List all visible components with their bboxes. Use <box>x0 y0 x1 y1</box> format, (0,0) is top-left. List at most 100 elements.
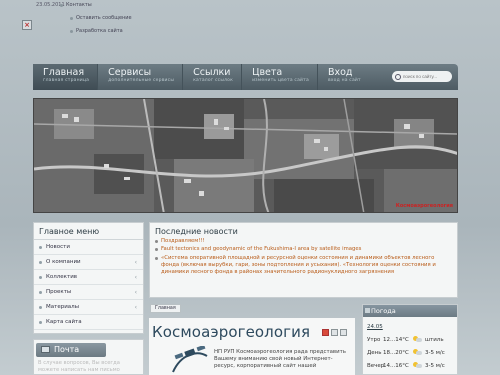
bullet-icon <box>39 245 42 249</box>
bullet-icon <box>39 290 42 294</box>
weather-row-day: День 18...20°C 3-5 м/с <box>367 349 457 356</box>
weather-row-evening: Вечер 14...16°C 3-5 м/с <box>367 362 457 369</box>
weather-row-morning: Утро 12...14°C штиль <box>367 336 457 343</box>
bullet-icon <box>155 248 158 252</box>
menu-item-label: Новости <box>46 244 70 250</box>
contacts-link[interactable]: Контакты <box>60 2 92 8</box>
developers-link[interactable]: Разработка сайта <box>70 28 123 34</box>
weather-title-bar: Погода <box>363 305 457 317</box>
menu-item-team[interactable]: Коллектив ‹ <box>34 270 143 285</box>
partly-cloudy-icon <box>413 362 422 369</box>
news-item-text: «Система оперативной площадной и ресурсн… <box>161 254 436 276</box>
print-icon[interactable] <box>331 329 338 336</box>
contacts-label: Контакты <box>66 2 92 8</box>
menu-item-news[interactable]: Новости <box>34 240 143 255</box>
news-item[interactable]: Fault tectonics and geodynamic of the Fu… <box>155 246 452 253</box>
news-item-text: Fault tectonics and geodynamic of the Fu… <box>161 246 362 253</box>
satellite-icon <box>172 346 208 373</box>
menu-item-projects[interactable]: Проекты ‹ <box>34 285 143 300</box>
bullet-icon <box>60 3 63 7</box>
chevron-left-icon: ‹ <box>134 258 137 266</box>
nav-item-links[interactable]: Ссылки каталог ссылок <box>183 64 243 90</box>
partly-cloudy-icon <box>413 349 422 356</box>
leave-message-label: Оставить сообщение <box>76 15 132 21</box>
main-menu-title: Главное меню <box>34 223 143 240</box>
weather-icon <box>365 308 370 313</box>
article-title: Космоаэрогеология <box>152 323 311 341</box>
weather-panel: Погода 24.05 Утро 12...14°C штиль День 1… <box>362 304 458 375</box>
latest-news-panel: Последние новости Поздравляем!!! Fault t… <box>149 222 458 298</box>
satellite-image <box>34 99 457 212</box>
mail-title-bar[interactable]: Почта <box>36 343 106 357</box>
bullet-icon <box>39 320 42 324</box>
bullet-icon <box>39 260 42 264</box>
weather-period: День <box>367 349 382 356</box>
article-tools <box>322 329 347 336</box>
menu-item-label: Коллектив <box>46 274 78 280</box>
nav-item-title: Цвета <box>252 67 283 78</box>
nav-item-title: Вход <box>327 67 353 78</box>
weather-wind: 3-5 м/с <box>425 362 445 369</box>
nav-item-home[interactable]: Главная главная страница <box>33 64 99 90</box>
weather-temp: 18...20°C <box>383 349 409 356</box>
bullet-icon <box>39 305 42 309</box>
weather-wind: штиль <box>425 336 444 343</box>
mail-title: Почта <box>54 345 80 354</box>
menu-item-materials[interactable]: Материалы ‹ <box>34 300 143 315</box>
menu-item-sitemap[interactable]: Карта сайта <box>34 315 143 330</box>
bullet-icon <box>70 29 73 33</box>
menu-item-label: Проекты <box>46 289 72 295</box>
latest-news-title: Последние новости <box>155 227 238 236</box>
search-box <box>392 71 452 82</box>
main-nav: Главная главная страница Сервисы дополни… <box>33 64 458 90</box>
weather-temp: 12...14°C <box>383 336 409 343</box>
weather-wind: 3-5 м/с <box>425 349 445 356</box>
weather-date[interactable]: 24.05 <box>367 324 383 330</box>
weather-title: Погода <box>371 307 396 315</box>
nav-item-title: Ссылки <box>193 67 231 78</box>
leave-message-link[interactable]: Оставить сообщение <box>70 15 132 21</box>
chevron-left-icon: ‹ <box>134 273 137 281</box>
nav-item-title: Главная <box>43 67 85 78</box>
search-icon[interactable] <box>395 73 401 80</box>
nav-item-subtitle: изменить цвета сайта <box>252 78 309 83</box>
nav-item-services[interactable]: Сервисы дополнительные сервисы <box>98 64 184 90</box>
envelope-icon <box>41 346 50 353</box>
bullet-icon <box>155 240 158 243</box>
mail-panel: Почта В случае вопросов, Вы всегда может… <box>33 339 144 375</box>
bullet-icon <box>70 16 73 20</box>
nav-item-subtitle: дополнительные сервисы <box>108 78 175 83</box>
news-item[interactable]: «Система оперативной площадной и ресурсн… <box>155 255 452 277</box>
nav-item-subtitle: каталог ссылок <box>193 78 234 83</box>
menu-item-label: Карта сайта <box>46 319 82 325</box>
satellite-banner-image: Космоаэрогеология <box>33 98 458 213</box>
article: Космоаэрогеология НП РУП Космоаэрогеолог… <box>149 318 355 375</box>
news-item-text: Поздравляем!!! <box>161 238 205 244</box>
weather-temp: 14...16°C <box>383 362 409 369</box>
pdf-icon[interactable] <box>322 329 329 336</box>
news-item[interactable]: Поздравляем!!! <box>155 238 452 245</box>
breadcrumb[interactable]: Главная <box>150 304 181 313</box>
bullet-icon <box>155 256 158 260</box>
article-text: НП РУП Космоаэрогеология рада представит… <box>214 349 346 369</box>
nav-item-login[interactable]: Вход вход на сайт <box>318 64 369 90</box>
weather-period: Утро <box>367 336 381 343</box>
email-icon[interactable] <box>340 329 347 336</box>
developers-label: Разработка сайта <box>76 28 123 34</box>
main-menu-panel: Главное меню Новости О компании ‹ Коллек… <box>33 222 144 334</box>
menu-item-about[interactable]: О компании ‹ <box>34 255 143 270</box>
chevron-left-icon: ‹ <box>134 288 137 296</box>
mail-text: В случае вопросов, Вы всегда можете напи… <box>38 360 120 373</box>
search-input[interactable] <box>403 74 451 79</box>
nav-item-subtitle: главная страница <box>43 78 90 83</box>
banner-caption: Космоаэрогеология <box>395 203 453 209</box>
broken-image-icon: × <box>22 20 32 30</box>
nav-item-subtitle: вход на сайт <box>327 78 361 83</box>
nav-item-title: Сервисы <box>108 67 152 78</box>
weather-period: Вечер <box>367 362 385 369</box>
bullet-icon <box>39 275 42 279</box>
chevron-left-icon: ‹ <box>134 303 137 311</box>
menu-item-label: Материалы <box>46 304 79 310</box>
nav-item-colors[interactable]: Цвета изменить цвета сайта <box>242 64 318 90</box>
partly-cloudy-icon <box>413 336 422 343</box>
